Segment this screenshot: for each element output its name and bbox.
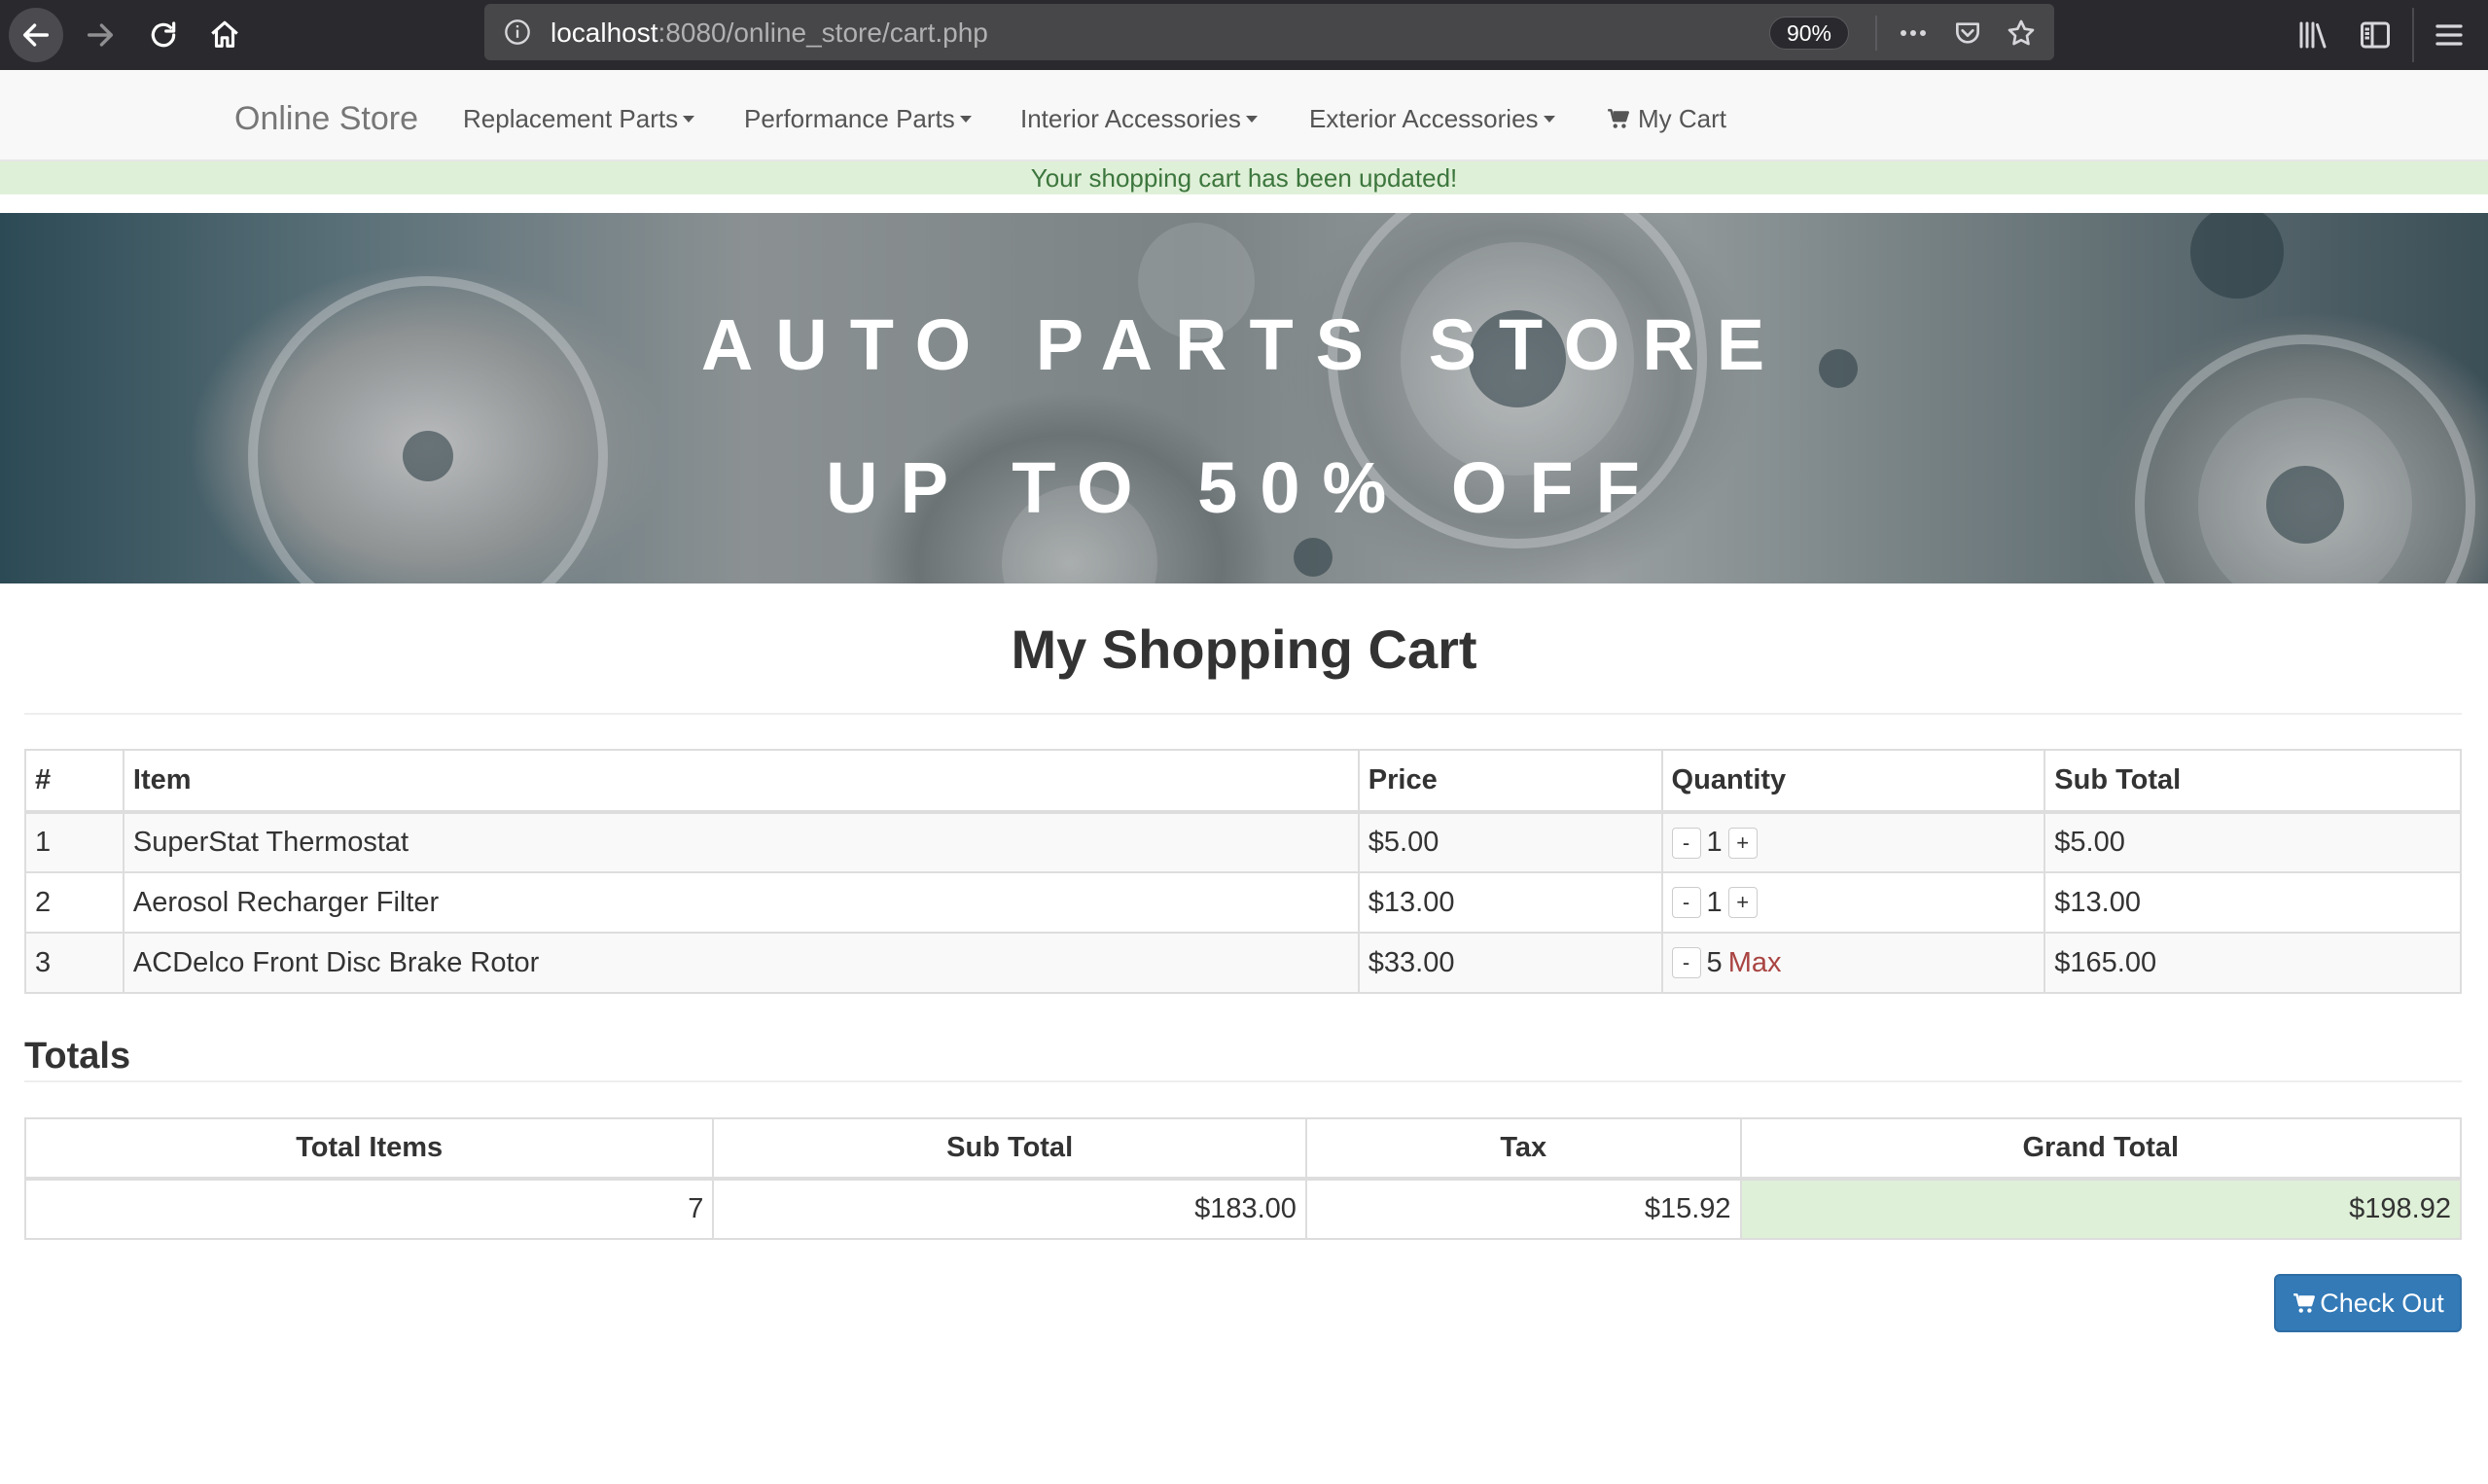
table-row: 7 $183.00 $15.92 $198.92 bbox=[23, 1178, 2463, 1240]
table-row: 3 ACDelco Front Disc Brake Rotor $33.00 … bbox=[24, 932, 2462, 994]
sidebar-icon[interactable] bbox=[2358, 18, 2393, 53]
quantity-stepper: -1 + bbox=[1660, 811, 2046, 873]
nav-my-cart[interactable]: My Cart bbox=[1606, 103, 1726, 134]
nav-label: Interior Accessories bbox=[1020, 104, 1241, 133]
bookmark-star-icon[interactable] bbox=[2005, 18, 2038, 49]
info-icon[interactable] bbox=[504, 18, 531, 46]
grand-total-value: $198.92 bbox=[1739, 1178, 2463, 1240]
table-row: 2 Aerosol Recharger Filter $13.00 -1 + $1… bbox=[24, 871, 2462, 934]
divider bbox=[24, 1080, 2462, 1082]
table-header-row: Total Items Sub Total Tax Grand Total bbox=[23, 1117, 2463, 1181]
nav-exterior-accessories[interactable]: Exterior Accessories bbox=[1309, 103, 1555, 134]
home-icon bbox=[211, 20, 238, 48]
nav-replacement-parts[interactable]: Replacement Parts bbox=[463, 103, 695, 134]
cart-table: # Item Price Quantity Sub Total 1 SuperS… bbox=[24, 749, 2462, 994]
banner-subtitle: UP TO 50% OFF bbox=[826, 447, 1662, 528]
shopping-cart-icon bbox=[1608, 109, 1629, 128]
nav-label: Performance Parts bbox=[744, 104, 955, 133]
divider bbox=[24, 713, 2462, 715]
totals-heading: Totals bbox=[24, 1036, 131, 1077]
item-name: SuperStat Thermostat bbox=[122, 811, 1360, 873]
column-header: Sub Total bbox=[2044, 749, 2462, 814]
check-out-button[interactable]: Check Out bbox=[2274, 1274, 2462, 1332]
nav-interior-accessories[interactable]: Interior Accessories bbox=[1020, 103, 1258, 134]
table-row: 1 SuperStat Thermostat $5.00 -1 + $5.00 bbox=[24, 811, 2462, 873]
column-header: Grand Total bbox=[1739, 1117, 2463, 1181]
brand-link[interactable]: Online Store bbox=[234, 99, 418, 138]
quantity-value: 5 bbox=[1706, 946, 1723, 978]
banner-title: AUTO PARTS STORE bbox=[700, 304, 1788, 385]
total-items-value: 7 bbox=[23, 1178, 715, 1240]
column-header: Tax bbox=[1304, 1117, 1742, 1181]
site-navbar: Online Store Replacement Parts Performan… bbox=[0, 70, 2488, 161]
toolbar-divider bbox=[2412, 8, 2414, 62]
url-host: localhost bbox=[551, 18, 658, 48]
item-subtotal: $5.00 bbox=[2044, 811, 2462, 873]
item-name: Aerosol Recharger Filter bbox=[122, 871, 1360, 934]
item-name: ACDelco Front Disc Brake Rotor bbox=[122, 932, 1360, 994]
quantity-value: 1 bbox=[1706, 827, 1723, 859]
column-header: Price bbox=[1357, 749, 1663, 814]
tax-value: $15.92 bbox=[1304, 1178, 1742, 1240]
decrement-button[interactable]: - bbox=[1671, 827, 1701, 859]
decrement-button[interactable]: - bbox=[1671, 947, 1701, 979]
reload-button[interactable] bbox=[136, 8, 191, 62]
item-subtotal: $165.00 bbox=[2044, 932, 2462, 994]
nav-label: My Cart bbox=[1638, 104, 1726, 133]
url-path: :8080/online_store/cart.php bbox=[658, 18, 988, 48]
zoom-indicator[interactable]: 90% bbox=[1769, 17, 1849, 50]
hero-banner: AUTO PARTS STORE UP TO 50% OFF bbox=[0, 213, 2488, 583]
library-icon[interactable] bbox=[2295, 18, 2330, 53]
item-price: $13.00 bbox=[1357, 871, 1663, 934]
arrow-right-icon bbox=[87, 23, 114, 47]
totals-table: Total Items Sub Total Tax Grand Total 7 … bbox=[23, 1117, 2463, 1240]
arrow-left-icon bbox=[22, 23, 50, 47]
quantity-stepper: -5 Max bbox=[1660, 932, 2046, 994]
more-actions-icon[interactable] bbox=[1897, 18, 1930, 49]
hamburger-menu-icon[interactable] bbox=[2432, 18, 2467, 53]
url-divider bbox=[1875, 16, 1877, 51]
home-button[interactable] bbox=[197, 8, 252, 62]
nav-performance-parts[interactable]: Performance Parts bbox=[744, 103, 972, 134]
url-bar[interactable]: localhost:8080/online_store/cart.php 90% bbox=[484, 4, 2054, 60]
cart-updated-alert: Your shopping cart has been updated! bbox=[0, 161, 2488, 194]
page-title: My Shopping Cart bbox=[1011, 618, 1477, 680]
url-text[interactable]: localhost:8080/online_store/cart.php bbox=[551, 18, 988, 48]
row-number: 1 bbox=[24, 811, 124, 873]
table-header-row: # Item Price Quantity Sub Total bbox=[24, 749, 2462, 814]
increment-button[interactable]: + bbox=[1727, 887, 1758, 919]
pocket-icon[interactable] bbox=[1951, 18, 1984, 49]
max-quantity-label: Max bbox=[1727, 946, 1782, 978]
quantity-value: 1 bbox=[1706, 886, 1723, 918]
item-price: $33.00 bbox=[1357, 932, 1663, 994]
sub-total-value: $183.00 bbox=[712, 1178, 1307, 1240]
caret-down-icon bbox=[959, 115, 972, 123]
row-number: 3 bbox=[24, 932, 124, 994]
column-header: # bbox=[24, 749, 124, 814]
shopping-cart-icon bbox=[2293, 1293, 2316, 1313]
caret-down-icon bbox=[683, 115, 695, 123]
check-out-label: Check Out bbox=[2320, 1288, 2444, 1318]
caret-down-icon bbox=[1543, 115, 1555, 123]
forward-button[interactable] bbox=[73, 8, 127, 62]
column-header: Total Items bbox=[23, 1117, 715, 1181]
decrement-button[interactable]: - bbox=[1671, 887, 1701, 919]
column-header: Quantity bbox=[1660, 749, 2046, 814]
column-header: Sub Total bbox=[712, 1117, 1307, 1181]
column-header: Item bbox=[122, 749, 1360, 814]
back-button[interactable] bbox=[9, 8, 63, 62]
increment-button[interactable]: + bbox=[1727, 827, 1758, 859]
row-number: 2 bbox=[24, 871, 124, 934]
item-price: $5.00 bbox=[1357, 811, 1663, 873]
item-subtotal: $13.00 bbox=[2044, 871, 2462, 934]
quantity-stepper: -1 + bbox=[1660, 871, 2046, 934]
nav-label: Exterior Accessories bbox=[1309, 104, 1539, 133]
browser-toolbar: localhost:8080/online_store/cart.php 90% bbox=[0, 0, 2488, 70]
reload-icon bbox=[151, 21, 176, 48]
caret-down-icon bbox=[1245, 115, 1258, 123]
nav-label: Replacement Parts bbox=[463, 104, 679, 133]
